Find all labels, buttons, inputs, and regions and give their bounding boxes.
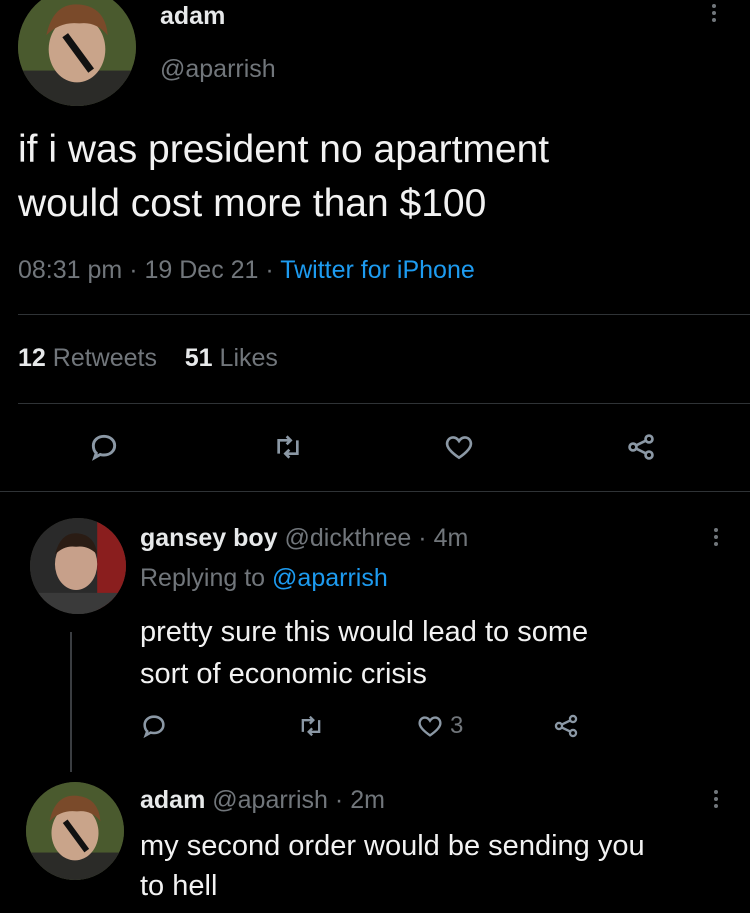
replying-to: Replying to @aparrish	[140, 564, 388, 593]
thread-line	[70, 632, 72, 772]
share-icon[interactable]	[552, 712, 580, 740]
like-count: 3	[450, 712, 464, 739]
meta-separator: ·	[129, 256, 138, 284]
retweets-stat[interactable]: 12 Retweets	[18, 344, 157, 372]
more-options-icon[interactable]	[714, 528, 718, 549]
like-icon[interactable]	[442, 431, 476, 463]
more-options-icon[interactable]	[714, 790, 718, 811]
heart-icon	[416, 712, 444, 740]
reply-icon[interactable]	[140, 712, 168, 740]
tweet-date: 19 Dec 21	[144, 256, 259, 284]
divider	[0, 491, 750, 492]
divider	[18, 314, 750, 315]
reply-time: · 2m	[334, 786, 385, 814]
reply-text-line-2: sort of economic crisis	[140, 658, 427, 690]
tweet-text-line-2: would cost more than $100	[18, 182, 487, 225]
replying-handle-link[interactable]: @aparrish	[272, 564, 388, 592]
reply-header: gansey boy @dickthree · 4m	[140, 524, 468, 553]
reply-avatar[interactable]	[26, 782, 124, 880]
tweet-source-link[interactable]: Twitter for iPhone	[280, 256, 475, 284]
like-button[interactable]: 3	[416, 712, 463, 740]
reply-avatar[interactable]	[30, 518, 126, 614]
retweets-label: Retweets	[52, 344, 157, 372]
reply-icon[interactable]	[88, 431, 120, 463]
divider	[18, 403, 750, 404]
author-name[interactable]: adam	[160, 2, 225, 31]
share-icon[interactable]	[624, 431, 658, 463]
reply-author-name[interactable]: gansey boy	[140, 524, 278, 552]
reply-time: · 4m	[418, 524, 469, 552]
reply-author-name[interactable]: adam	[140, 786, 205, 814]
likes-count: 51	[184, 344, 213, 372]
tweet-time: 08:31 pm	[18, 256, 123, 284]
likes-stat[interactable]: 51 Likes	[185, 344, 278, 372]
reply-text-line-2: to hell	[140, 870, 218, 902]
meta-separator: ·	[265, 256, 274, 284]
tweet-stats: 12 Retweets 51 Likes	[18, 344, 278, 373]
retweet-icon[interactable]	[271, 431, 305, 463]
reply-header: adam @aparrish · 2m	[140, 786, 385, 815]
reply-text-line-1: pretty sure this would lead to some	[140, 616, 589, 648]
retweet-icon[interactable]	[297, 712, 325, 740]
likes-label: Likes	[219, 344, 278, 372]
tweet-text-line-1: if i was president no apartment	[18, 128, 550, 171]
replying-label: Replying to	[140, 564, 266, 592]
reply-author-handle[interactable]: @dickthree	[285, 524, 412, 552]
reply-author-handle[interactable]: @aparrish	[212, 786, 328, 814]
reply-text-line-1: my second order would be sending you	[140, 830, 645, 862]
author-avatar[interactable]	[18, 0, 136, 106]
more-options-icon[interactable]	[712, 4, 716, 25]
tweet-meta: 08:31 pm · 19 Dec 21 · Twitter for iPhon…	[18, 256, 475, 285]
retweets-count: 12	[18, 344, 46, 372]
author-handle[interactable]: @aparrish	[160, 55, 276, 84]
